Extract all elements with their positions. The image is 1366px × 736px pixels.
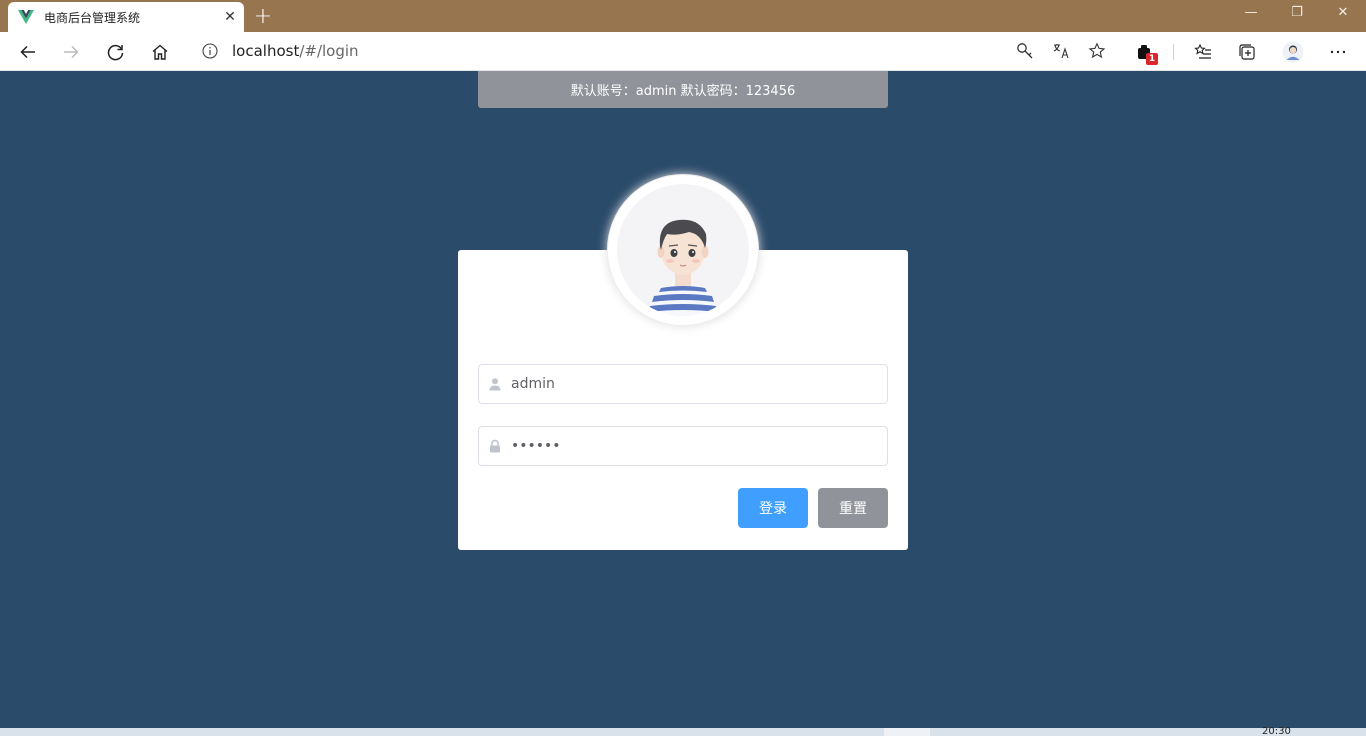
password-input[interactable] bbox=[511, 428, 887, 464]
reset-button[interactable]: 重置 bbox=[818, 488, 888, 528]
key-button[interactable] bbox=[1012, 38, 1038, 64]
lock-icon bbox=[479, 427, 511, 465]
minimize-button[interactable]: — bbox=[1228, 0, 1274, 24]
username-input[interactable] bbox=[511, 366, 887, 402]
more-menu-button[interactable] bbox=[1323, 37, 1353, 67]
key-icon bbox=[1017, 43, 1033, 59]
home-icon bbox=[152, 44, 168, 60]
refresh-button[interactable] bbox=[100, 36, 132, 68]
collections-button[interactable] bbox=[1232, 37, 1262, 67]
address-bar[interactable]: localhost/#/login bbox=[188, 36, 1116, 66]
url-text: localhost/#/login bbox=[232, 42, 359, 60]
back-button[interactable] bbox=[12, 36, 44, 68]
browser-tab[interactable]: 电商后台管理系统 ✕ bbox=[8, 2, 244, 32]
password-field[interactable] bbox=[478, 426, 888, 466]
avatar-image bbox=[617, 184, 749, 316]
profile-button[interactable] bbox=[1278, 37, 1308, 67]
browser-toolbar: localhost/#/login 1 bbox=[0, 32, 1366, 71]
favorites-button[interactable] bbox=[1188, 37, 1218, 67]
vue-logo-icon bbox=[18, 10, 34, 24]
close-window-button[interactable]: ✕ bbox=[1320, 0, 1366, 24]
url-path: /#/login bbox=[299, 42, 359, 60]
profile-avatar-icon bbox=[1282, 41, 1304, 63]
taskbar-clock: 20:30 bbox=[1262, 726, 1291, 736]
os-taskbar: 20:30 bbox=[0, 726, 1366, 736]
username-field[interactable] bbox=[478, 364, 888, 404]
restore-button[interactable]: ❐ bbox=[1274, 0, 1320, 24]
boy-avatar-icon bbox=[647, 219, 719, 316]
favorite-star-button[interactable] bbox=[1084, 38, 1110, 64]
browser-titlebar: 电商后台管理系统 ✕ + — ❐ ✕ bbox=[0, 0, 1366, 32]
forward-arrow-icon bbox=[64, 45, 79, 59]
login-button[interactable]: 登录 bbox=[738, 488, 808, 528]
user-icon bbox=[479, 365, 511, 403]
toolbar-divider bbox=[1173, 44, 1174, 60]
translate-icon bbox=[1053, 44, 1069, 59]
forward-button[interactable] bbox=[55, 36, 87, 68]
tab-close-icon[interactable]: ✕ bbox=[218, 5, 242, 29]
favorites-list-icon bbox=[1194, 43, 1211, 59]
home-button[interactable] bbox=[144, 36, 176, 68]
translate-button[interactable] bbox=[1048, 38, 1074, 64]
new-tab-button[interactable]: + bbox=[250, 4, 276, 29]
refresh-icon bbox=[107, 44, 124, 61]
taskbar-active-app[interactable] bbox=[884, 728, 930, 736]
default-credentials-hint: 默认账号：admin 默认密码：123456 bbox=[478, 71, 888, 108]
info-icon[interactable] bbox=[202, 43, 218, 59]
extension-button[interactable]: 1 bbox=[1130, 37, 1160, 67]
more-dots-icon bbox=[1330, 50, 1346, 54]
url-host: localhost bbox=[232, 42, 300, 60]
star-icon bbox=[1088, 42, 1106, 59]
notification-badge: 1 bbox=[1146, 53, 1158, 65]
avatar bbox=[607, 174, 759, 326]
back-arrow-icon bbox=[20, 45, 35, 59]
tab-title: 电商后台管理系统 bbox=[44, 10, 141, 25]
collections-icon bbox=[1239, 44, 1255, 60]
